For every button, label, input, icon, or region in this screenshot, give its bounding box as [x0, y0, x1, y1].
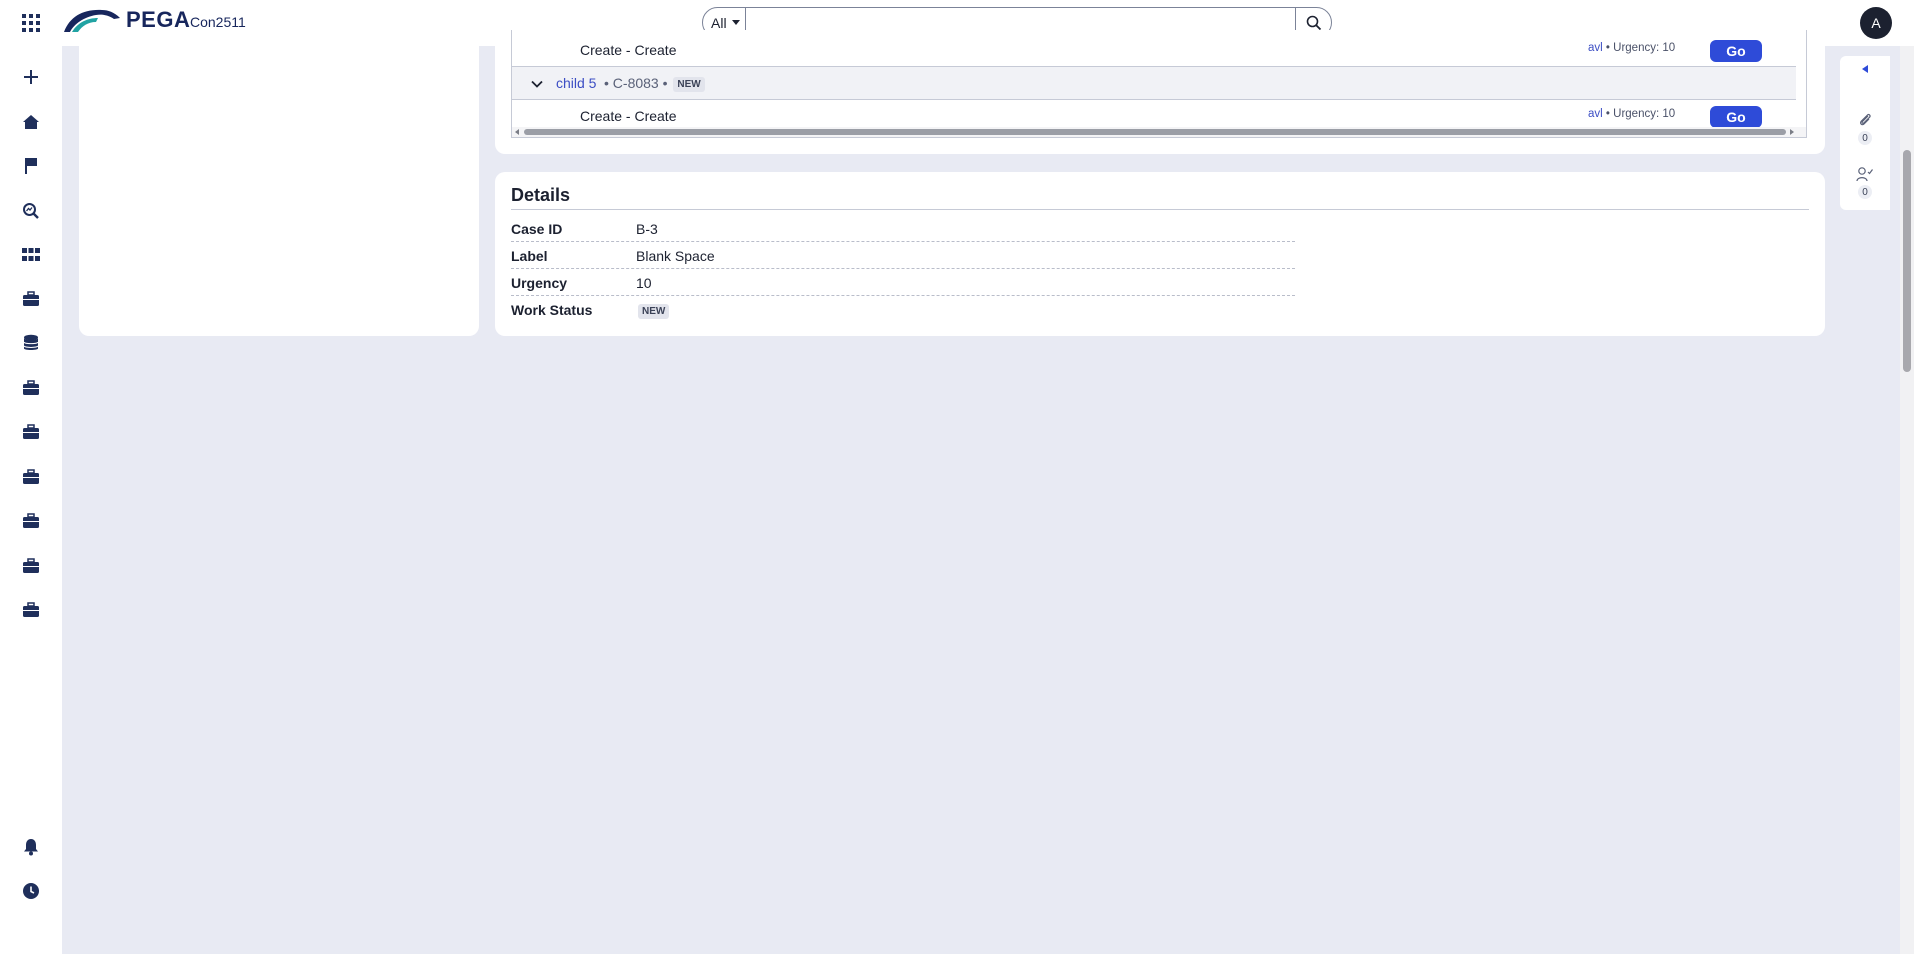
app-launcher-icon[interactable] — [19, 12, 41, 34]
scrollbar-thumb[interactable] — [524, 129, 1786, 135]
application-name: Con2511 — [190, 14, 246, 30]
database-icon[interactable] — [21, 333, 41, 353]
child-case-meta: • C-8083 • NEW — [604, 75, 705, 92]
briefcase-icon[interactable] — [21, 511, 41, 531]
assignment-meta: avl • Urgency: 10 — [1588, 42, 1675, 54]
scroll-right-arrow-icon[interactable] — [1790, 129, 1794, 135]
attachments-utility[interactable]: 0 — [1852, 112, 1878, 145]
scroll-left-arrow-icon[interactable] — [515, 129, 519, 135]
briefcase-icon[interactable] — [21, 467, 41, 487]
assignment-urgency: Urgency: 10 — [1613, 42, 1676, 54]
go-button[interactable]: Go — [1710, 106, 1762, 128]
field-label: Case ID — [511, 221, 563, 237]
field-label-row: Label Blank Space — [511, 242, 1295, 269]
assignment-name: Create - Create — [580, 108, 677, 124]
assignments-card: Create - Create avl • Urgency: 10 Go chi… — [495, 30, 1825, 154]
field-value: B-3 — [636, 221, 658, 237]
followers-utility[interactable]: 0 — [1852, 166, 1878, 199]
caret-left-icon — [1862, 65, 1868, 73]
briefcase-icon[interactable] — [21, 378, 41, 398]
meta-separator: • — [1605, 42, 1610, 54]
assignment-meta: avl • Urgency: 10 — [1588, 108, 1675, 120]
go-button-label: Go — [1726, 43, 1746, 59]
assignment-row: Create - Create avl • Urgency: 10 Go — [512, 30, 1796, 66]
field-label: Urgency — [511, 275, 568, 291]
field-label: Work Status — [511, 302, 593, 318]
home-icon[interactable] — [21, 112, 41, 132]
page-scrollbar[interactable] — [1900, 46, 1914, 954]
field-label: Label — [511, 248, 548, 264]
search-icon — [1306, 15, 1321, 30]
briefcase-icon[interactable] — [21, 422, 41, 442]
child-case-link[interactable]: child 5 — [556, 75, 596, 91]
field-case-id: Case ID B-3 — [511, 215, 1295, 242]
assignments-tree-grid: Create - Create avl • Urgency: 10 Go chi… — [511, 30, 1807, 138]
flag-icon[interactable] — [21, 156, 41, 176]
field-work-status: Work Status NEW — [511, 296, 1295, 323]
status-badge: NEW — [638, 304, 670, 319]
create-plus-icon[interactable] — [21, 67, 41, 87]
field-value: 10 — [636, 275, 652, 291]
caret-down-icon — [731, 20, 740, 25]
attachments-count: 0 — [1858, 131, 1872, 145]
details-card: Details Case ID B-3 Label Blank Space Ur… — [495, 172, 1825, 336]
clock-icon[interactable] — [21, 881, 41, 901]
page-scrollbar-thumb[interactable] — [1903, 150, 1911, 372]
paperclip-icon — [1860, 113, 1871, 126]
search-insights-icon[interactable] — [21, 201, 41, 221]
assignee-link[interactable]: avl — [1588, 42, 1603, 54]
field-value: NEW — [636, 302, 670, 319]
status-badge: NEW — [673, 77, 705, 92]
briefcase-icon[interactable] — [21, 556, 41, 576]
collapse-utilities-button[interactable] — [1852, 64, 1878, 74]
go-button[interactable]: Go — [1710, 40, 1762, 62]
field-urgency: Urgency 10 — [511, 269, 1295, 296]
followers-icon — [1856, 167, 1873, 182]
user-avatar[interactable]: A — [1860, 7, 1892, 39]
followers-count: 0 — [1858, 185, 1872, 199]
assignee-link[interactable]: avl — [1588, 108, 1603, 120]
left-panel-card — [79, 30, 479, 336]
assignment-urgency: Urgency: 10 — [1613, 108, 1676, 120]
avatar-initial: A — [1871, 15, 1881, 31]
briefcase-icon[interactable] — [21, 289, 41, 309]
child-case-id: • C-8083 • — [604, 75, 668, 91]
apps-grid-icon[interactable] — [21, 245, 41, 265]
chevron-down-icon[interactable] — [530, 77, 544, 91]
utilities-panel: 0 0 — [1840, 56, 1890, 210]
horizontal-scrollbar[interactable] — [512, 127, 1806, 137]
bell-icon[interactable] — [21, 837, 41, 857]
search-scope-label: All — [711, 14, 727, 31]
briefcase-icon[interactable] — [21, 600, 41, 620]
go-button-label: Go — [1726, 109, 1746, 125]
meta-separator: • — [1605, 108, 1610, 120]
left-navigation — [0, 46, 62, 954]
details-heading: Details — [511, 185, 571, 205]
child-case-row: child 5 • C-8083 • NEW — [512, 66, 1796, 100]
assignment-name: Create - Create — [580, 42, 677, 58]
field-value: Blank Space — [636, 248, 715, 264]
divider — [511, 209, 1809, 210]
